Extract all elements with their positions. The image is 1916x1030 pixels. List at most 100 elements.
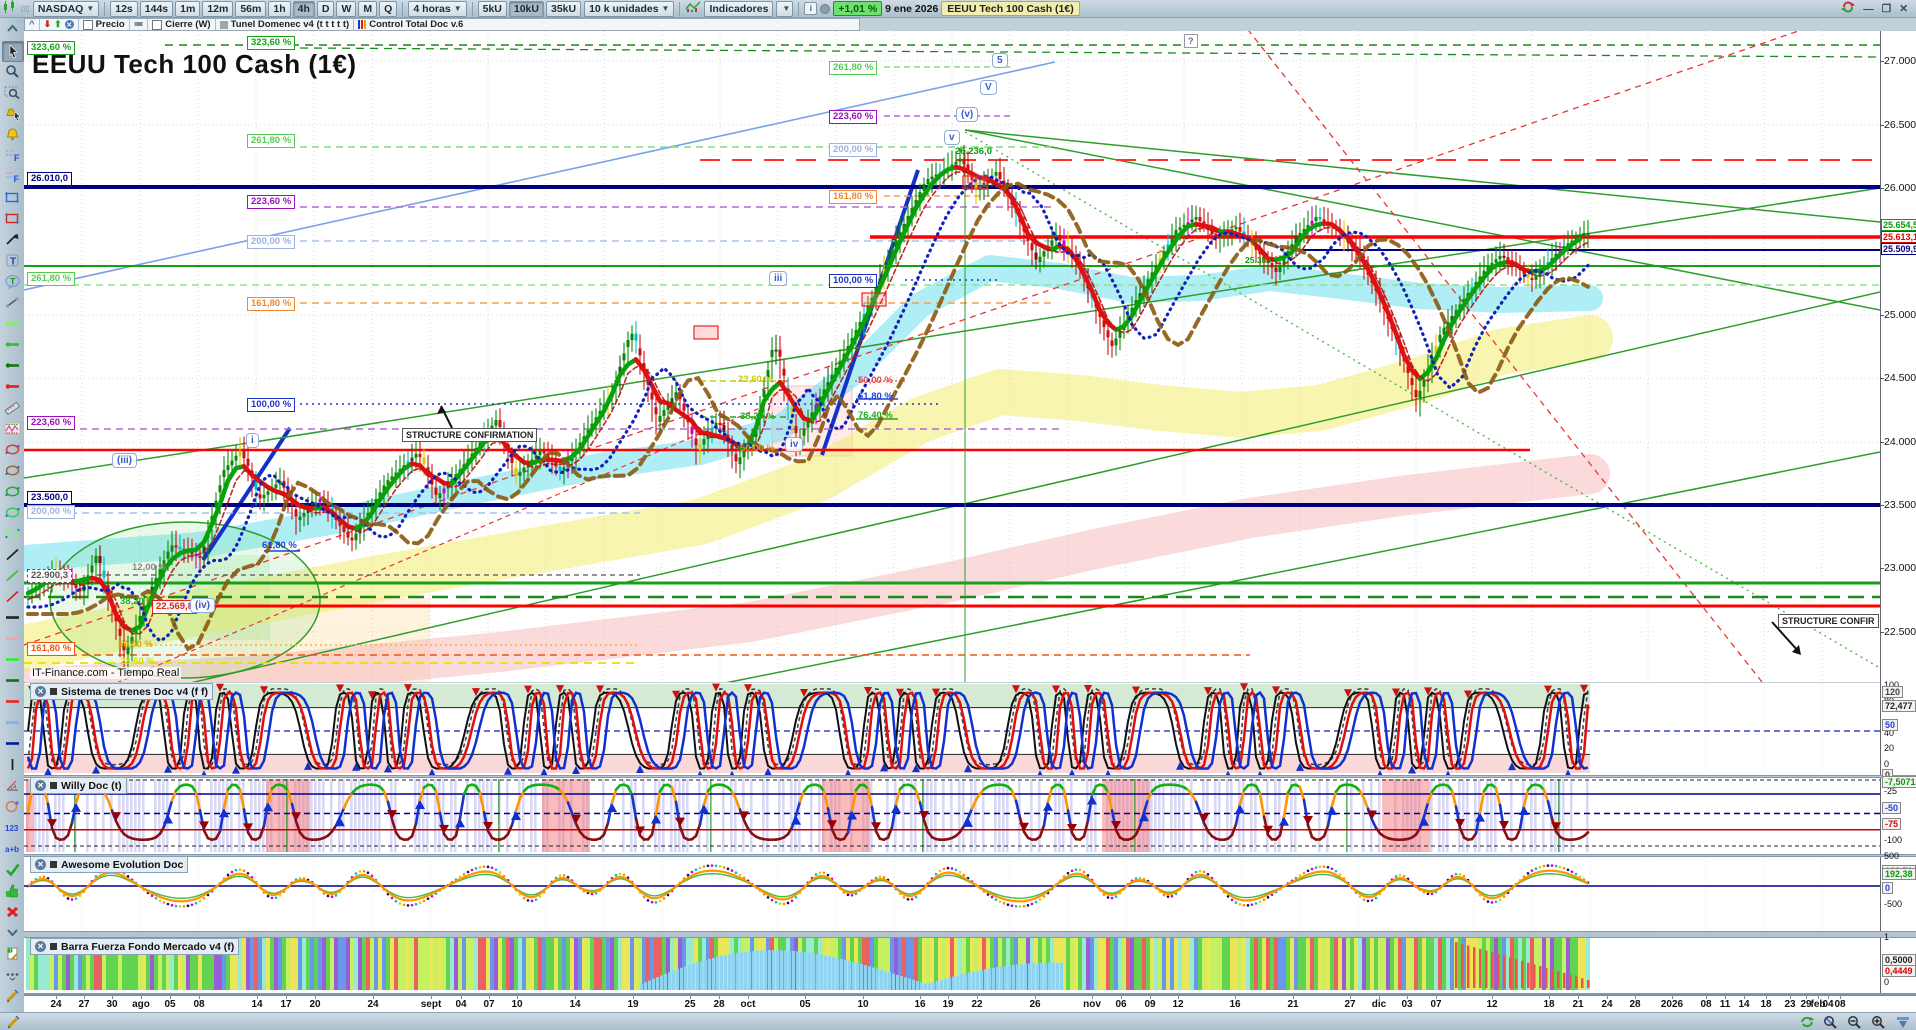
timeframe-button-144s[interactable]: 144s (139, 0, 174, 17)
like-tool[interactable] (2, 881, 22, 900)
tunel-overlay-item[interactable]: Tunel Domenec v4 (t t t t t) (216, 19, 355, 30)
volume-button-5kU[interactable]: 5kU (477, 0, 507, 17)
notes-tool[interactable]: 1 (2, 944, 22, 963)
rectangle-blue-tool[interactable] (2, 188, 22, 207)
numbers-tool[interactable]: 123 (2, 818, 22, 837)
restore-button[interactable]: ❐ (1882, 3, 1891, 15)
timeframe-button-1h[interactable]: 1h (268, 0, 291, 17)
close-w-overlay-item[interactable]: Cierre (W) (148, 19, 216, 30)
zoom-out-button[interactable] (1844, 1014, 1866, 1029)
alarm-edit-tool[interactable] (2, 104, 22, 123)
panel-barra-fuerza[interactable] (24, 938, 1880, 993)
panel-header-1[interactable]: ✕ Sistema de trenes Doc v4 (f f) (30, 683, 214, 700)
line-black-tool[interactable] (2, 545, 22, 564)
vline-tool[interactable] (2, 755, 22, 774)
pattern-tool[interactable] (2, 419, 22, 438)
timeframe-button-56m[interactable]: 56m (235, 0, 267, 17)
panel-divider[interactable] (24, 931, 1916, 938)
period-dropdown[interactable]: 4 horas ▼ (408, 0, 467, 17)
collapse-tools[interactable] (2, 20, 22, 39)
volume-button-10kU[interactable]: 10kU (508, 0, 544, 17)
instrument-badge[interactable]: EEUU Tech 100 Cash (1€) (941, 1, 1080, 16)
comment-tool[interactable]: T (2, 272, 22, 291)
line-red-tool[interactable] (2, 587, 22, 606)
ruler-tool[interactable] (2, 398, 22, 417)
panel-header-4[interactable]: ✕ Barra Fuerza Fondo Mercado v4 (f) (30, 938, 240, 955)
alarm-tool[interactable] (2, 125, 22, 144)
hline-black-tool[interactable] (2, 608, 22, 627)
timeframe-button-M[interactable]: M (358, 0, 378, 17)
zoom-in-button[interactable] (1868, 1014, 1890, 1029)
indicators-button[interactable]: Indicadores (704, 0, 774, 17)
ellipse-red-tool[interactable] (2, 440, 22, 459)
export-icon[interactable]: ⬆ (54, 19, 62, 30)
price-overlay-item[interactable]: Precio (79, 19, 130, 30)
drag-handle-icon[interactable]: ▯▯ (21, 4, 30, 13)
collapse-overlay-button[interactable]: ^ (25, 19, 40, 30)
instrument-selector[interactable]: NASDAQ ▼ (32, 0, 100, 17)
close-icon[interactable]: ✕ (35, 780, 46, 791)
collapse-bottom[interactable] (2, 923, 22, 942)
rectangle-red-tool[interactable] (2, 209, 22, 228)
panel-awesome-evolution[interactable] (24, 857, 1880, 931)
timeframe-button-W[interactable]: W (336, 0, 357, 17)
scroll-right-button[interactable] (1892, 1014, 1914, 1029)
more-tools[interactable] (2, 965, 22, 984)
hline-pink-tool[interactable] (2, 629, 22, 648)
circle-plus-tool[interactable] (2, 797, 22, 816)
ellipse-brown-tool[interactable] (2, 461, 22, 480)
control-total-overlay-item[interactable]: Control Total Doc v.6 (354, 19, 467, 30)
indicators-caret-button[interactable]: ▼ (776, 0, 794, 17)
zoom-area-tool[interactable] (2, 83, 22, 102)
main-chart-canvas[interactable]: EEUU Tech 100 Cash (1€) IT-Finance.com -… (24, 31, 1880, 682)
delete-tool[interactable] (2, 902, 22, 921)
close-icon[interactable]: ✕ (35, 686, 46, 697)
timeframe-button-D[interactable]: D (316, 0, 335, 17)
panel-willy-doc[interactable] (24, 778, 1880, 854)
ellipse-lightgreen-tool[interactable] (2, 524, 22, 543)
timeframe-button-4h[interactable]: 4h (292, 0, 315, 17)
hline-darkgreen2-tool[interactable] (2, 671, 22, 690)
quick-draw-button[interactable] (2, 1014, 24, 1029)
text-tool[interactable]: T (2, 251, 22, 270)
zoom-fit-button[interactable] (1820, 1014, 1842, 1029)
segment-tool[interactable] (2, 293, 22, 312)
import-icon[interactable]: ⬇ (44, 19, 52, 30)
info-icon[interactable]: i (804, 2, 818, 15)
ellipse-green-tool[interactable] (2, 482, 22, 501)
panel-header-3[interactable]: ✕ Awesome Evolution Doc (30, 856, 189, 873)
timeframe-button-12s[interactable]: 12s (110, 0, 138, 17)
trend-arrow-tool[interactable] (2, 230, 22, 249)
minimize-button[interactable]: — (1863, 3, 1874, 15)
volume-button-35kU[interactable]: 35kU (545, 0, 582, 17)
reconnect-icon[interactable] (1841, 1, 1856, 16)
panel-sistema-trenes[interactable] (24, 683, 1880, 775)
ellipse-green2-tool[interactable] (2, 503, 22, 522)
timeframe-button-1m[interactable]: 1m (175, 0, 201, 17)
validate-tool[interactable] (2, 860, 22, 879)
timeframe-button-Q[interactable]: Q (379, 0, 398, 17)
angle-tool[interactable]: a (2, 776, 22, 795)
draw-tool[interactable] (2, 986, 22, 1005)
close-button[interactable]: ✕ (1899, 3, 1908, 15)
hline-red2-tool[interactable] (2, 692, 22, 711)
fibonacci-tool[interactable]: F (2, 146, 22, 165)
panel-header-2[interactable]: ✕ Willy Doc (t) (30, 777, 127, 794)
hline-darkgreen-tool[interactable] (2, 356, 22, 375)
hline-green-tool[interactable] (2, 335, 22, 354)
close-circle-icon[interactable]: ✕ (64, 20, 74, 29)
fib-levels-tool[interactable]: F (2, 167, 22, 186)
list-settings-button[interactable]: ≔ (130, 19, 149, 30)
hline-brightgreen-tool[interactable] (2, 650, 22, 669)
hline-navy-tool[interactable] (2, 734, 22, 753)
refresh-data-button[interactable] (1796, 1014, 1818, 1029)
units-dropdown[interactable]: 10 k unidades ▼ (584, 0, 675, 17)
timeframe-button-12m[interactable]: 12m (202, 0, 234, 17)
close-icon[interactable]: ✕ (35, 859, 46, 870)
pointer-tool[interactable] (2, 41, 24, 62)
checkbox-icon[interactable] (152, 19, 163, 30)
time-axis[interactable]: 24 27 30 ago 05 08 14 17 20 24 sept 04 07 10 14 19 25 28 o… (24, 995, 1916, 1013)
letters-tool[interactable]: a+b (2, 839, 22, 858)
hline-lightgreen-tool[interactable] (2, 314, 22, 333)
checkbox-icon[interactable] (82, 19, 93, 30)
